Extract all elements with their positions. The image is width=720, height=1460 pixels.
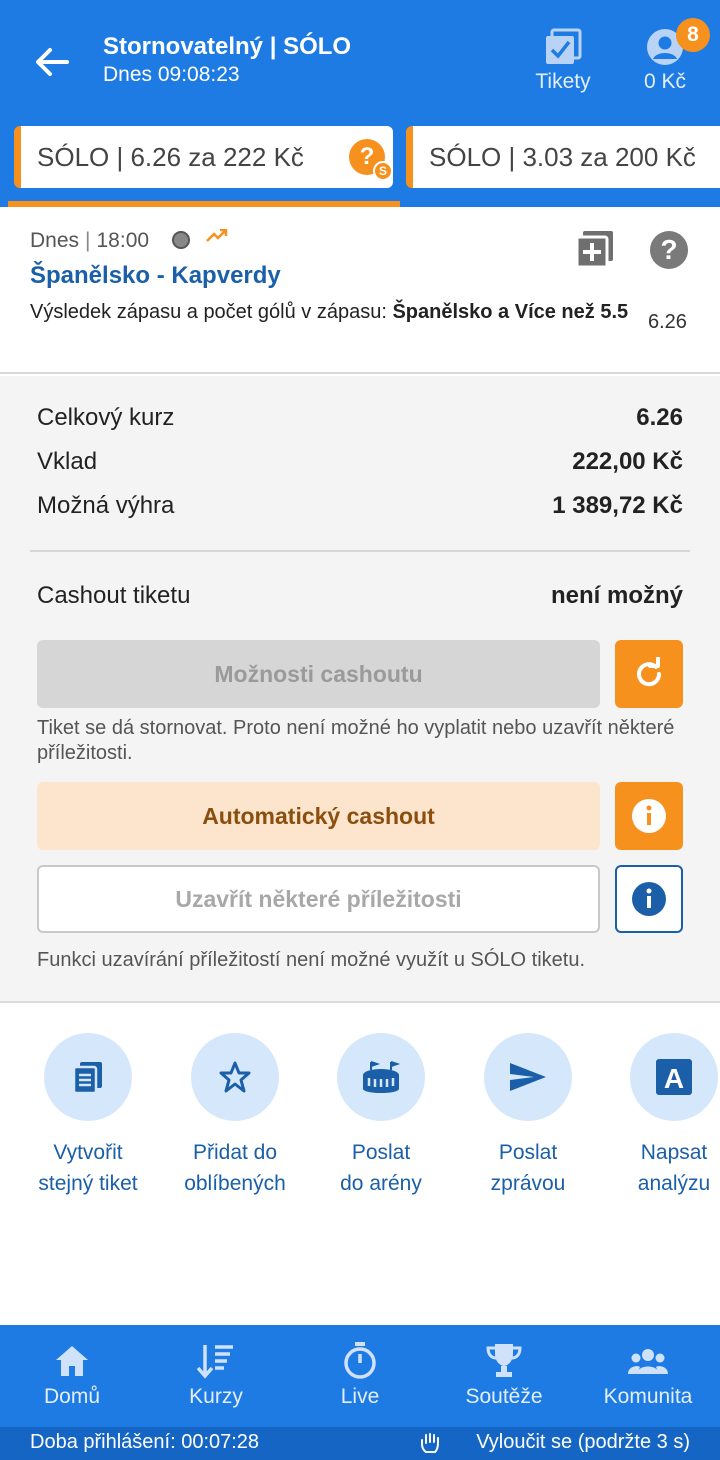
nav-label: Kurzy [189,1385,243,1408]
ticket-tab-label: SÓLO | 3.03 za 200 Kč [429,141,696,172]
svg-text:A: A [664,1063,684,1094]
nav-odds[interactable]: Kurzy [144,1325,288,1427]
action-label: Poslat [498,1141,558,1164]
bottom-navigation: Domů Kurzy Live Soutěže Komunita [0,1325,720,1427]
market-name: Výsledek zápasu a počet gólů v zápasu: [30,301,393,323]
win-value: 1 389,72 Kč [552,492,683,519]
page-subtitle: Dnes 09:08:23 [103,63,240,86]
auto-cashout-button[interactable]: Automatický cashout [37,782,600,850]
action-label: Vytvořit [53,1141,123,1164]
nav-label: Komunita [603,1385,693,1408]
event-card: Dnes | 18:00 ? Španělsko - Kapverdy Výsled… [0,207,720,374]
cashout-options-button[interactable]: Možnosti cashoutu [37,640,600,708]
create-same-ticket-button[interactable]: Vytvořit stejný tiket [15,1033,161,1199]
action-label: analýzu [637,1172,711,1195]
action-label: do arény [340,1172,422,1195]
nav-label: Domů [43,1385,101,1408]
back-button[interactable] [30,40,74,84]
send-icon [484,1033,572,1121]
ticket-tab-1[interactable]: SÓLO | 6.26 za 222 Kč ? S [14,126,393,188]
info-icon [632,882,666,916]
trophy-icon [484,1343,524,1379]
event-market: Výsledek zápasu a počet gólů v zápasu: Š… [30,299,640,325]
cashout-status: není možný [550,582,683,609]
event-datetime: Dnes | 18:00 [30,229,150,252]
action-label: Přidat do [192,1141,278,1164]
nav-live[interactable]: Live [288,1325,432,1427]
action-label: zprávou [490,1172,566,1195]
close-opportunities-button[interactable]: Uzavřít některé příležitosti [37,865,600,933]
stake-value: 222,00 Kč [572,448,683,475]
community-icon [628,1343,668,1379]
home-icon [52,1343,92,1379]
ticket-tab-2[interactable]: SÓLO | 3.03 za 200 Kč [406,126,720,188]
app-header: Stornovatelný | SÓLO Dnes 09:08:23 Tiket… [0,0,720,207]
tickets-label: Tikety [535,70,591,93]
page-title: Stornovatelný | SÓLO [103,33,352,60]
arena-icon [337,1033,425,1121]
info-icon [632,799,666,833]
ticket-summary: Celkový kurz 6.26 Vklad 222,00 Kč Možná … [0,376,720,1003]
stake-row: Vklad 222,00 Kč [37,448,683,476]
account-button[interactable]: 8 0 Kč [630,18,710,98]
hand-icon [421,1433,439,1453]
action-label: Napsat [640,1141,708,1164]
nav-competitions[interactable]: Soutěže [432,1325,576,1427]
nav-community[interactable]: Komunita [576,1325,720,1427]
divider [30,550,690,552]
login-time: Doba přihlášení: 00:07:28 [30,1431,260,1453]
close-opportunities-info-button[interactable] [615,865,683,933]
star-icon [191,1033,279,1121]
football-icon [172,231,190,249]
nav-label: Live [340,1385,380,1408]
stake-label: Vklad [37,448,98,475]
action-label: oblíbených [184,1172,286,1195]
self-exclude-button[interactable]: Vyloučit se (podržte 3 s) [476,1431,690,1454]
solo-icon: S [373,161,393,181]
action-label: Poslat [351,1141,411,1164]
ticket-actions: Vytvořit stejný tiket Přidat do oblíbených… [0,1005,720,1325]
event-name[interactable]: Španělsko - Kapverdy [30,262,281,290]
send-message-button[interactable]: Poslat zprávou [455,1033,601,1199]
refresh-icon [637,657,662,687]
total-odds-label: Celkový kurz [37,404,175,431]
cashout-row: Cashout tiketu není možný [37,582,683,610]
notification-badge: 8 [676,18,710,52]
nav-label: Soutěže [465,1385,543,1408]
stopwatch-icon [340,1342,380,1379]
analysis-icon: A [630,1033,718,1121]
cashout-note: Tiket se dá stornovat. Proto není možné … [37,717,675,764]
selection-name: Španělsko a Více než 5.5 [392,301,629,323]
add-to-ticket-icon[interactable] [577,231,613,267]
nav-home[interactable]: Domů [0,1325,144,1427]
win-row: Možná výhra 1 389,72 Kč [37,492,683,520]
event-odds: 6.26 [648,311,687,333]
tickets-icon [546,28,582,64]
cashout-label: Cashout tiketu [37,582,191,609]
action-label: stejný tiket [38,1172,138,1195]
odds-icon [196,1343,236,1379]
win-label: Možná výhra [37,492,175,519]
help-icon[interactable]: ? [650,231,688,269]
close-opportunities-note: Funkci uzavírání příležitostí není možné… [37,949,586,971]
event-day: Dnes [30,229,80,252]
arrow-left-icon [36,48,69,76]
balance-label: 0 Kč [643,70,687,93]
refresh-button[interactable] [615,640,683,708]
ticket-tab-label: SÓLO | 6.26 za 222 Kč [37,141,304,172]
copy-ticket-icon [44,1033,132,1121]
session-status-bar: Doba přihlášení: 00:07:28 Vyloučit se (p… [0,1427,720,1460]
write-analysis-button[interactable]: A Napsat analýzu [601,1033,720,1199]
tickets-button[interactable]: Tikety [528,28,598,98]
total-odds-row: Celkový kurz 6.26 [37,404,683,432]
trending-icon [206,229,228,242]
add-to-favorites-button[interactable]: Přidat do oblíbených [162,1033,308,1199]
auto-cashout-info-button[interactable] [615,782,683,850]
total-odds-value: 6.26 [636,404,683,431]
send-to-arena-button[interactable]: Poslat do arény [308,1033,454,1199]
event-time: 18:00 [96,229,150,252]
